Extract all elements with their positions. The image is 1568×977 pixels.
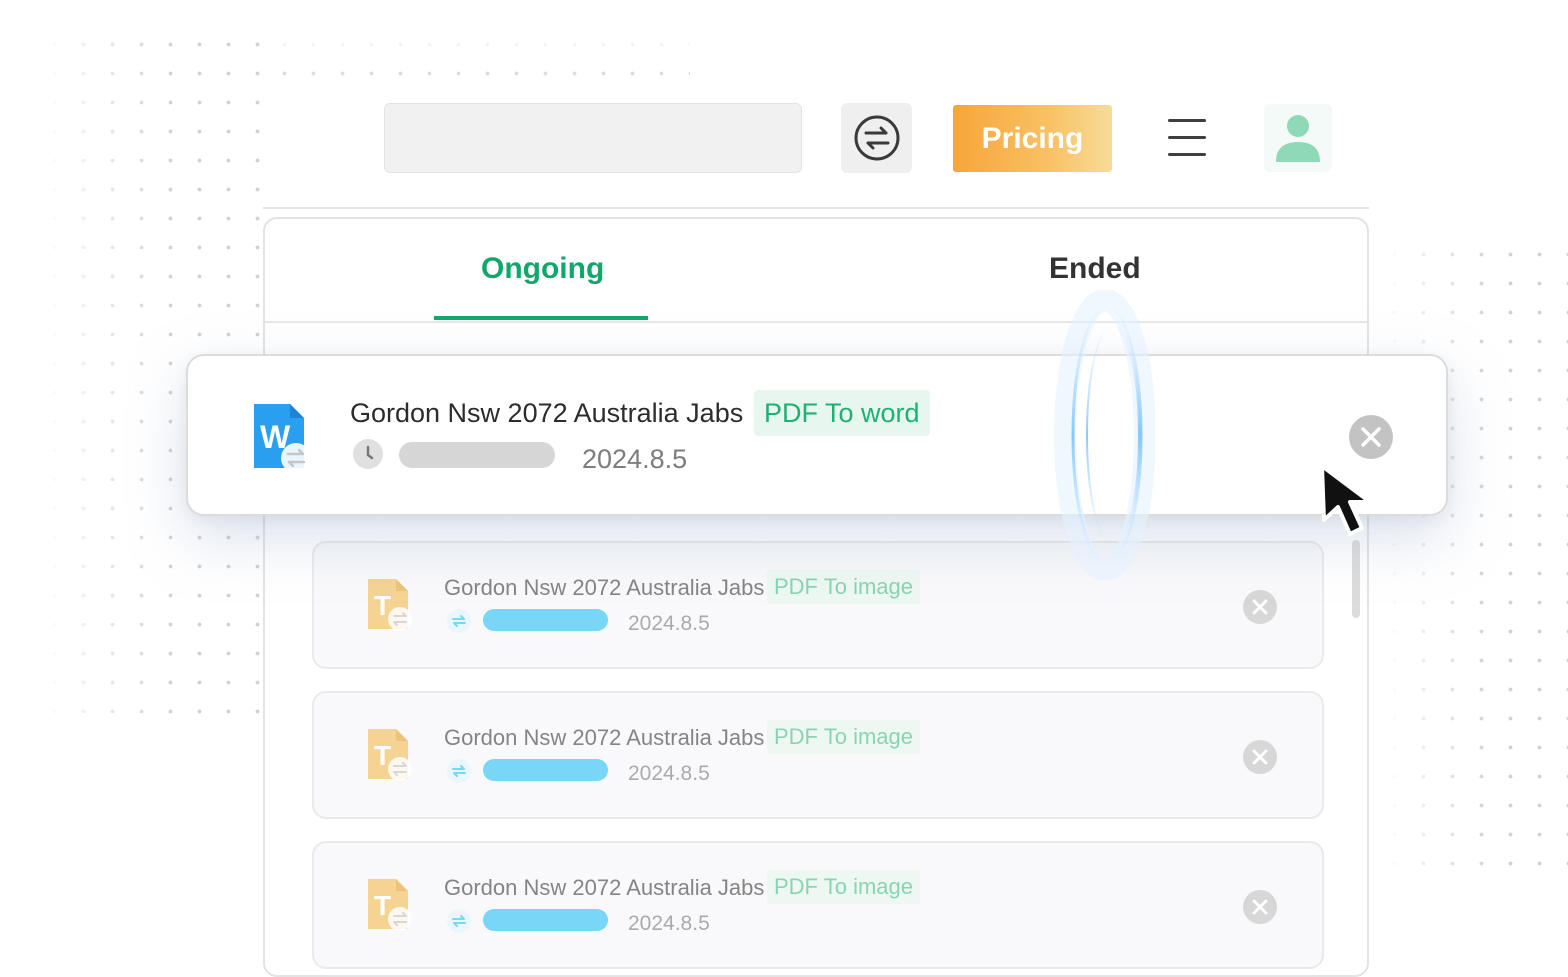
task-filename: Gordon Nsw 2072 Australia Jabs — [444, 725, 765, 750]
task-card[interactable]: T Gordon Nsw 2072 Australia Jabs PDF To … — [312, 841, 1324, 969]
converting-icon — [447, 759, 471, 783]
task-date: 2024.8.5 — [628, 612, 710, 635]
close-icon[interactable] — [1242, 589, 1278, 625]
search-input[interactable] — [384, 103, 802, 173]
featured-task-card[interactable]: W Gordon Nsw 2072 Australia Jabs PDF To … — [186, 354, 1448, 516]
menu-line — [1168, 136, 1206, 139]
task-card[interactable]: T Gordon Nsw 2072 Australia Jabs PDF To … — [312, 541, 1324, 669]
task-date: 2024.8.5 — [582, 444, 688, 474]
text-file-icon: T — [368, 579, 412, 631]
conversion-tag: PDF To image — [767, 870, 920, 904]
mouse-cursor-icon — [1320, 464, 1372, 536]
close-icon[interactable] — [1348, 414, 1394, 460]
task-card[interactable]: T Gordon Nsw 2072 Australia Jabs PDF To … — [312, 691, 1324, 819]
close-icon[interactable] — [1242, 889, 1278, 925]
task-filename: Gordon Nsw 2072 Australia Jabs — [444, 875, 765, 900]
progress-bar — [483, 759, 608, 781]
progress-bar — [483, 909, 608, 931]
scrollbar[interactable] — [1352, 540, 1360, 618]
tab-ongoing[interactable]: Ongoing — [481, 252, 604, 286]
dot-pattern-top — [270, 30, 690, 90]
task-date: 2024.8.5 — [628, 762, 710, 785]
header-divider — [263, 207, 1369, 209]
task-filename: Gordon Nsw 2072 Australia Jabs — [444, 575, 765, 600]
task-date: 2024.8.5 — [628, 912, 710, 935]
word-file-icon: W — [254, 404, 311, 473]
progress-bar — [483, 609, 608, 631]
tabs-divider — [265, 321, 1367, 323]
conversion-tag: PDF To word — [754, 390, 930, 436]
conversion-tag: PDF To image — [767, 720, 920, 754]
convert-icon — [854, 115, 899, 161]
converting-icon — [447, 609, 471, 633]
user-icon — [1276, 115, 1320, 162]
text-file-icon: T — [368, 729, 412, 781]
progress-bar — [399, 442, 555, 468]
task-filename: Gordon Nsw 2072 Australia Jabs — [350, 398, 744, 428]
menu-line — [1168, 153, 1206, 156]
avatar-button[interactable] — [1264, 104, 1332, 172]
conversion-tag: PDF To image — [767, 570, 920, 604]
text-file-icon: T — [368, 879, 412, 931]
convert-button[interactable] — [841, 103, 912, 173]
pricing-button[interactable]: Pricing — [953, 105, 1112, 172]
tab-ended[interactable]: Ended — [1049, 252, 1141, 286]
active-tab-indicator — [434, 316, 648, 320]
converting-icon — [447, 909, 471, 933]
menu-button[interactable] — [1166, 118, 1210, 158]
dot-pattern-right — [1380, 240, 1568, 880]
clock-icon — [353, 439, 383, 469]
close-icon[interactable] — [1242, 739, 1278, 775]
menu-line — [1168, 119, 1206, 122]
